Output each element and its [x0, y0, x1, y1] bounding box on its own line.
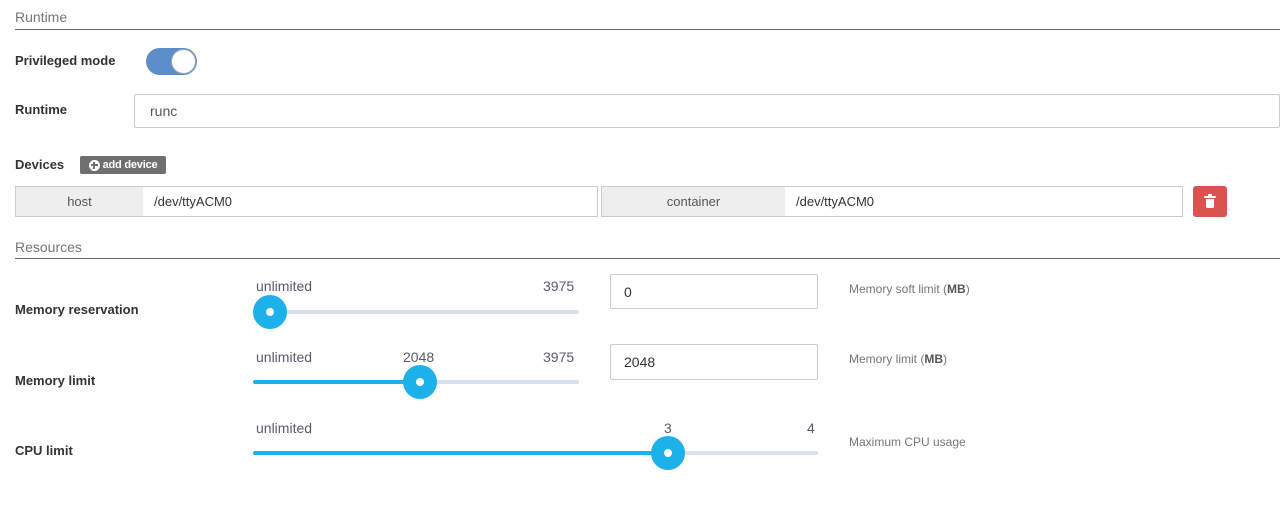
memory-limit-max-label: 3975: [543, 349, 575, 365]
cpu-limit-max-label: 4: [807, 420, 815, 436]
memory-limit-help: Memory limit (MB): [849, 352, 947, 366]
plus-circle-icon: [88, 159, 100, 171]
device-container-addon: container: [601, 186, 786, 217]
remove-device-button[interactable]: [1193, 186, 1227, 217]
cpu-limit-value-label: 3: [664, 420, 672, 436]
device-host-input[interactable]: [143, 186, 598, 217]
memory-limit-label: Memory limit: [15, 373, 96, 388]
toggle-knob: [171, 49, 196, 74]
memory-limit-slider[interactable]: [253, 365, 579, 399]
memory-reservation-help: Memory soft limit (MB): [849, 282, 970, 296]
cpu-limit-min-label: unlimited: [256, 420, 313, 436]
cpu-limit-help: Maximum CPU usage: [849, 435, 966, 449]
add-device-label: add device: [102, 159, 158, 171]
memory-limit-min-label: unlimited: [256, 349, 313, 365]
memory-reservation-slider-thumb[interactable]: [253, 295, 287, 329]
privileged-mode-label: Privileged mode: [15, 53, 116, 68]
runtime-label: Runtime: [15, 102, 67, 117]
memory-reservation-input[interactable]: [610, 274, 818, 309]
memory-limit-input[interactable]: [610, 344, 818, 380]
memory-limit-slider-thumb[interactable]: [403, 365, 438, 399]
device-host-addon: host: [15, 186, 144, 217]
device-container-input[interactable]: [785, 186, 1183, 217]
runtime-section-title: Runtime: [15, 9, 68, 25]
resources-section-title: Resources: [15, 239, 82, 255]
trash-icon: [1204, 193, 1216, 208]
memory-reservation-label: Memory reservation: [15, 302, 139, 317]
runtime-section-divider: [15, 29, 1280, 30]
memory-reservation-slider[interactable]: [253, 295, 579, 329]
memory-limit-slider-fill: [253, 380, 421, 384]
add-device-button[interactable]: add device: [80, 156, 166, 174]
devices-label: Devices: [15, 157, 65, 172]
memory-reservation-min-label: unlimited: [256, 278, 313, 294]
memory-limit-value-label: 2048: [403, 349, 435, 365]
cpu-limit-slider-thumb[interactable]: [651, 436, 686, 470]
cpu-limit-label: CPU limit: [15, 443, 73, 458]
resources-section-divider: [15, 258, 1280, 259]
cpu-limit-slider[interactable]: [253, 436, 818, 470]
cpu-limit-slider-fill: [253, 451, 669, 455]
privileged-mode-toggle[interactable]: [146, 48, 197, 75]
runtime-input[interactable]: [134, 94, 1280, 128]
memory-reservation-max-label: 3975: [543, 278, 575, 294]
